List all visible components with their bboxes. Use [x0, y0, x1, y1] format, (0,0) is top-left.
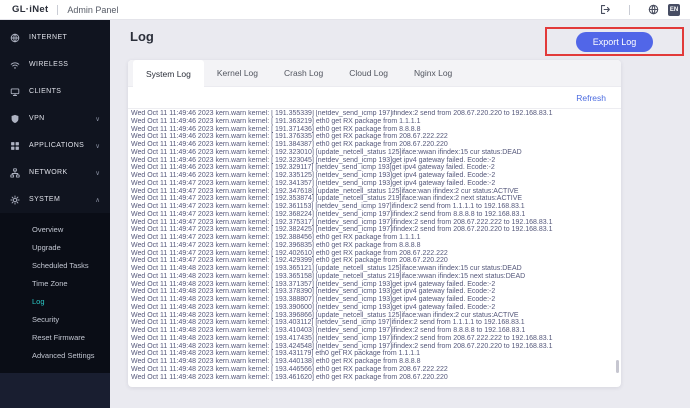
language-badge[interactable]: EN [668, 4, 680, 16]
log-line: Wed Oct 11 11:49:47 2023 kern.warn kerne… [131, 203, 614, 211]
header-divider [57, 5, 58, 15]
submenu-item-advanced-settings[interactable]: Advanced Settings [0, 346, 110, 364]
chevron-up-icon: ∧ [95, 196, 100, 204]
log-line: Wed Oct 11 11:49:46 2023 kern.warn kerne… [131, 164, 614, 172]
tab-kernel-log[interactable]: Kernel Log [204, 60, 271, 86]
chevron-down-icon: ∨ [95, 169, 100, 177]
log-line: Wed Oct 11 11:49:47 2023 kern.warn kerne… [131, 234, 614, 242]
chevron-down-icon: ∨ [95, 115, 100, 123]
page-title: Log [130, 29, 154, 44]
log-line: Wed Oct 11 11:49:46 2023 kern.warn kerne… [131, 157, 614, 165]
chevron-down-icon: ∨ [95, 142, 100, 150]
log-line: Wed Oct 11 11:49:47 2023 kern.warn kerne… [131, 250, 614, 258]
header-actions: EN [600, 4, 680, 16]
wifi-icon [10, 60, 20, 70]
log-line: Wed Oct 11 11:49:48 2023 kern.warn kerne… [131, 296, 614, 304]
app-title: Admin Panel [67, 5, 118, 15]
submenu-item-time-zone[interactable]: Time Zone [0, 274, 110, 292]
submenu-item-scheduled-tasks[interactable]: Scheduled Tasks [0, 256, 110, 274]
log-line: Wed Oct 11 11:49:48 2023 kern.warn kerne… [131, 366, 614, 374]
log-line: Wed Oct 11 11:49:46 2023 kern.warn kerne… [131, 141, 614, 149]
log-line: Wed Oct 11 11:49:48 2023 kern.warn kerne… [131, 327, 614, 335]
log-line: Wed Oct 11 11:49:48 2023 kern.warn kerne… [131, 319, 614, 327]
sidebar-item-network[interactable]: NETWORK ∨ [0, 159, 110, 186]
log-line: Wed Oct 11 11:49:46 2023 kern.warn kerne… [131, 110, 614, 118]
top-header: GL·iNet Admin Panel EN [0, 0, 690, 20]
sidebar-item-vpn[interactable]: VPN ∨ [0, 105, 110, 132]
log-line: Wed Oct 11 11:49:47 2023 kern.warn kerne… [131, 188, 614, 196]
clients-icon [10, 87, 20, 97]
scrollbar-thumb[interactable] [616, 360, 619, 373]
header-divider [629, 5, 630, 15]
submenu-item-reset-firmware[interactable]: Reset Firmware [0, 328, 110, 346]
tab-cloud-log[interactable]: Cloud Log [336, 60, 401, 86]
log-line: Wed Oct 11 11:49:48 2023 kern.warn kerne… [131, 335, 614, 343]
log-line: Wed Oct 11 11:49:48 2023 kern.warn kerne… [131, 273, 614, 281]
log-line: Wed Oct 11 11:49:48 2023 kern.warn kerne… [131, 265, 614, 273]
system-submenu: OverviewUpgradeScheduled TasksTime ZoneL… [0, 213, 110, 373]
sidebar: INTERNET WIRELESS CLIENTS VPN ∨ APPLICAT… [0, 20, 110, 408]
brand-logo: GL·iNet [12, 4, 48, 15]
tab-bar: System LogKernel LogCrash LogCloud LogNg… [128, 60, 621, 87]
log-line: Wed Oct 11 11:49:48 2023 kern.warn kerne… [131, 350, 614, 358]
sidebar-item-wireless[interactable]: WIRELESS [0, 51, 110, 78]
apps-icon [10, 141, 20, 151]
export-highlight-annotation: Export Log [545, 27, 684, 56]
language-globe-icon[interactable] [648, 4, 659, 15]
log-line: Wed Oct 11 11:49:48 2023 kern.warn kerne… [131, 312, 614, 320]
log-line: Wed Oct 11 11:49:48 2023 kern.warn kerne… [131, 281, 614, 289]
shield-icon [10, 114, 20, 124]
log-line: Wed Oct 11 11:49:47 2023 kern.warn kerne… [131, 180, 614, 188]
log-line: Wed Oct 11 11:49:48 2023 kern.warn kerne… [131, 304, 614, 312]
log-line: Wed Oct 11 11:49:47 2023 kern.warn kerne… [131, 257, 614, 265]
log-line: Wed Oct 11 11:49:48 2023 kern.warn kerne… [131, 343, 614, 351]
sidebar-nav: INTERNET WIRELESS CLIENTS VPN ∨ APPLICAT… [0, 20, 110, 213]
log-card: System LogKernel LogCrash LogCloud LogNg… [128, 60, 621, 387]
log-line: Wed Oct 11 11:49:47 2023 kern.warn kerne… [131, 219, 614, 227]
log-line: Wed Oct 11 11:49:48 2023 kern.warn kerne… [131, 288, 614, 296]
log-line: Wed Oct 11 11:49:47 2023 kern.warn kerne… [131, 211, 614, 219]
sidebar-item-internet[interactable]: INTERNET [0, 24, 110, 51]
log-line: Wed Oct 11 11:49:47 2023 kern.warn kerne… [131, 242, 614, 250]
log-line: Wed Oct 11 11:49:47 2023 kern.warn kerne… [131, 226, 614, 234]
refresh-link[interactable]: Refresh [576, 93, 606, 103]
log-line: Wed Oct 11 11:49:46 2023 kern.warn kerne… [131, 172, 614, 180]
tab-system-log[interactable]: System Log [133, 60, 204, 87]
sidebar-item-clients[interactable]: CLIENTS [0, 78, 110, 105]
main-content: Log Export Log System LogKernel LogCrash… [110, 20, 690, 408]
submenu-item-security[interactable]: Security [0, 310, 110, 328]
submenu-item-overview[interactable]: Overview [0, 220, 110, 238]
gear-icon [10, 195, 20, 205]
log-line: Wed Oct 11 11:49:48 2023 kern.warn kerne… [131, 374, 614, 382]
submenu-item-log[interactable]: Log [0, 292, 110, 310]
logout-icon[interactable] [600, 4, 611, 15]
globe-icon [10, 33, 20, 43]
network-icon [10, 168, 20, 178]
sidebar-item-system[interactable]: SYSTEM ∧ [0, 186, 110, 213]
submenu-item-upgrade[interactable]: Upgrade [0, 238, 110, 256]
log-line: Wed Oct 11 11:49:47 2023 kern.warn kerne… [131, 195, 614, 203]
log-line: Wed Oct 11 11:49:46 2023 kern.warn kerne… [131, 149, 614, 157]
log-toolbar: Refresh [128, 87, 621, 109]
sidebar-item-applications[interactable]: APPLICATIONS ∨ [0, 132, 110, 159]
log-line: Wed Oct 11 11:49:46 2023 kern.warn kerne… [131, 126, 614, 134]
log-line: Wed Oct 11 11:49:48 2023 kern.warn kerne… [131, 358, 614, 366]
log-line: Wed Oct 11 11:49:46 2023 kern.warn kerne… [131, 133, 614, 141]
export-log-button[interactable]: Export Log [576, 32, 654, 52]
tab-nginx-log[interactable]: Nginx Log [401, 60, 465, 86]
tab-crash-log[interactable]: Crash Log [271, 60, 336, 86]
log-viewport[interactable]: Wed Oct 11 11:49:46 2023 kern.warn kerne… [131, 110, 614, 381]
log-line: Wed Oct 11 11:49:46 2023 kern.warn kerne… [131, 118, 614, 126]
